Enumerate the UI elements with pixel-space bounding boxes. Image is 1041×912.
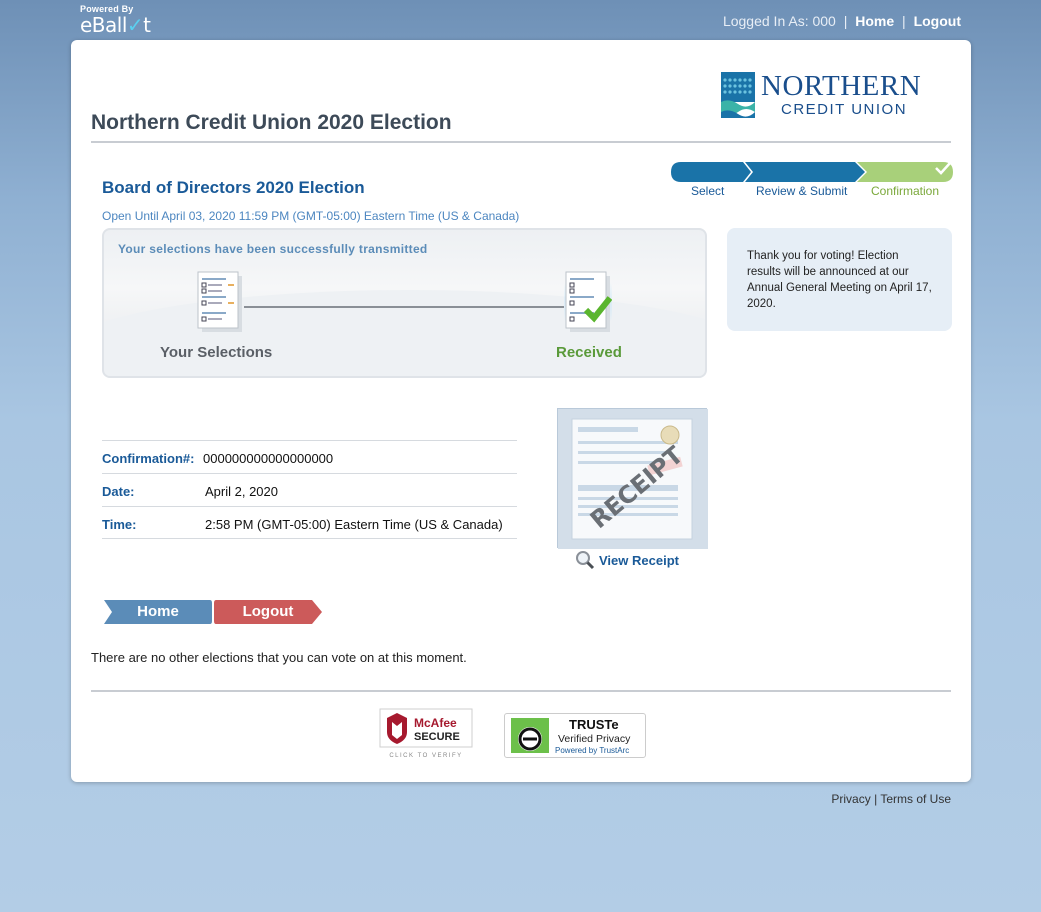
detail-value: 000000000000000000 xyxy=(203,451,334,466)
home-button[interactable]: Home xyxy=(104,600,212,624)
truste-name: TRUSTe xyxy=(569,717,619,732)
receipt-thumbnail[interactable]: RECEIPT xyxy=(557,408,708,549)
magnifier-icon xyxy=(576,551,595,570)
logout-button-label: Logout xyxy=(242,603,294,620)
detail-value: April 2, 2020 xyxy=(205,484,278,499)
truste-powered: Powered by TrustArc xyxy=(555,746,629,755)
received-caption: Received xyxy=(556,344,622,361)
mcafee-verify: CLICK TO VERIFY xyxy=(389,753,462,759)
ballot-document-icon xyxy=(197,271,242,332)
step-bar-select xyxy=(671,162,751,182)
date-row: Date: April 2, 2020 xyxy=(102,473,517,506)
home-button-label: Home xyxy=(137,603,179,620)
detail-label: Date: xyxy=(102,484,135,499)
main-card: NORTHERN CREDIT UNION Northern Credit Un… xyxy=(71,40,971,782)
page-title: Northern Credit Union 2020 Election xyxy=(91,111,452,134)
progress-bar xyxy=(671,162,953,182)
footer-divider xyxy=(91,690,951,692)
view-receipt-label: View Receipt xyxy=(599,553,679,568)
transmission-status-panel: Your selections have been successfully t… xyxy=(102,228,707,378)
footer-separator: | xyxy=(874,792,878,806)
detail-value: 2:58 PM (GMT-05:00) Eastern Time (US & C… xyxy=(205,517,503,532)
logged-in-label: Logged In As: 000 xyxy=(722,13,836,29)
truste-verified: Verified Privacy xyxy=(558,733,631,745)
election-open-until: Open Until April 03, 2020 11:59 PM (GMT-… xyxy=(102,209,520,223)
footer-links: Privacy | Terms of Use xyxy=(831,792,951,806)
progress-steps: Select Review & Submit Confirmation xyxy=(671,162,953,202)
logo-word-northern: NORTHERN xyxy=(761,70,922,102)
no-elections-message: There are no other elections that you ca… xyxy=(91,650,467,665)
time-row: Time: 2:58 PM (GMT-05:00) Eastern Time (… xyxy=(102,506,517,539)
checkmark-icon: ✓ xyxy=(126,13,144,37)
mcafee-secure-badge[interactable]: McAfee SECURE CLICK TO VERIFY xyxy=(379,708,475,760)
mcafee-name: McAfee xyxy=(414,716,457,730)
nav-separator: | xyxy=(843,13,848,29)
nav-separator: | xyxy=(902,13,906,29)
title-divider xyxy=(91,141,951,143)
receipt-preview-image: RECEIPT xyxy=(558,409,708,549)
step-label-select: Select xyxy=(691,184,725,198)
eballot-logo: eBall✓t xyxy=(80,13,151,37)
terms-of-use-link[interactable]: Terms of Use xyxy=(880,792,951,806)
thanks-message-box: Thank you for voting! Election results w… xyxy=(727,228,952,331)
received-document-icon xyxy=(564,271,612,332)
confirmation-details: Confirmation#: 000000000000000000 Date: … xyxy=(102,440,517,539)
mcafee-secure: SECURE xyxy=(414,731,460,743)
detail-label: Time: xyxy=(102,517,137,532)
logo-word-credit-union: CREDIT UNION xyxy=(781,101,908,118)
detail-label: Confirmation#: xyxy=(102,451,195,466)
view-receipt-link[interactable]: View Receipt xyxy=(575,550,679,570)
transmission-message: Your selections have been successfully t… xyxy=(118,242,428,256)
your-selections-caption: Your Selections xyxy=(160,344,273,361)
top-logout-link[interactable]: Logout xyxy=(914,13,961,29)
election-title: Board of Directors 2020 Election xyxy=(102,178,365,197)
truste-verified-privacy-badge[interactable]: TRUSTe Verified Privacy Powered by Trust… xyxy=(504,713,646,758)
top-navigation: Logged In As: 000 | Home | Logout xyxy=(723,13,961,29)
credit-union-emblem-icon xyxy=(721,72,755,118)
step-label-confirmation: Confirmation xyxy=(871,184,940,198)
logout-button[interactable]: Logout xyxy=(214,600,322,624)
northern-credit-union-logo: NORTHERN CREDIT UNION xyxy=(721,70,931,120)
transmission-line xyxy=(244,306,564,308)
confirmation-number-row: Confirmation#: 000000000000000000 xyxy=(102,440,517,473)
eballot-brand: Powered By eBall✓t xyxy=(80,4,151,37)
top-home-link[interactable]: Home xyxy=(855,13,894,29)
step-bar-review xyxy=(745,162,865,182)
step-label-review: Review & Submit xyxy=(756,184,848,198)
privacy-link[interactable]: Privacy xyxy=(831,792,870,806)
